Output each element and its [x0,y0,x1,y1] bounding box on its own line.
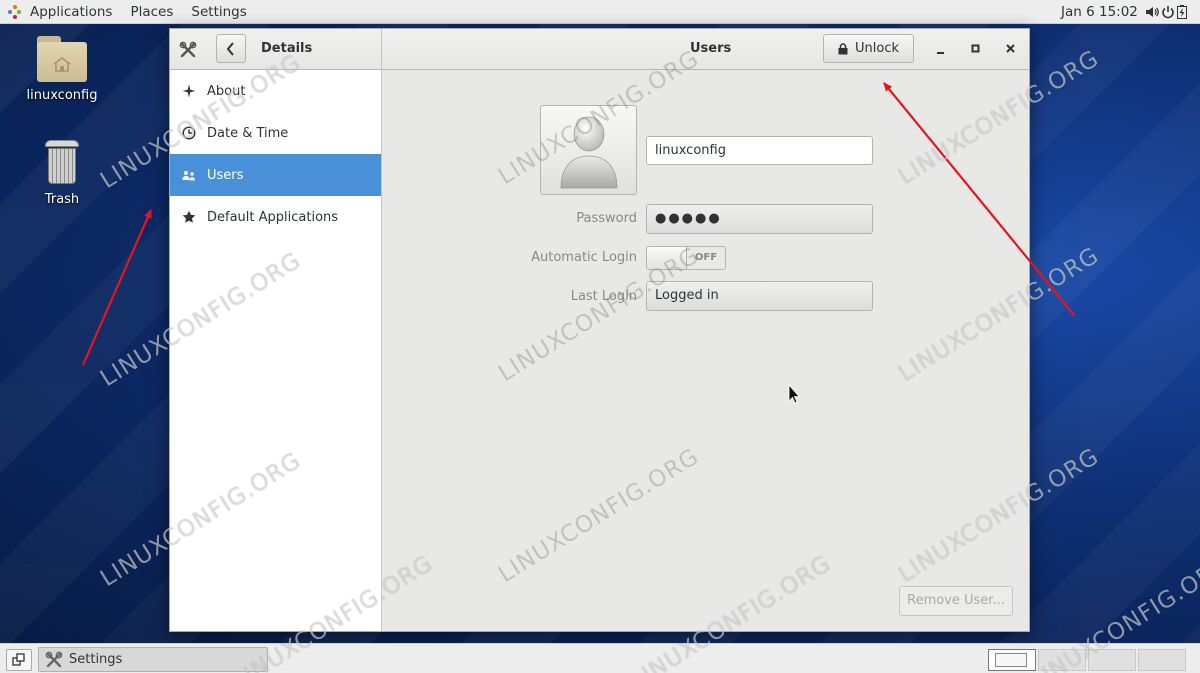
minimize-icon[interactable] [929,37,953,61]
page-title: Users [690,41,732,56]
show-desktop-icon [12,653,25,666]
clock-icon [182,126,196,140]
maximize-icon[interactable] [964,37,988,61]
star-icon [182,210,196,223]
header-bar: Details Users Unlock [170,29,1029,70]
close-icon[interactable] [999,37,1023,61]
avatar-icon [560,116,618,189]
workspace-1[interactable] [988,649,1036,671]
avatar-button[interactable] [540,105,637,195]
automatic-login-label: Automatic Login [531,250,637,265]
workspace-4[interactable] [1138,649,1186,671]
taskbar-item-label: Settings [69,652,123,667]
automatic-login-switch[interactable]: OFF [646,246,726,270]
desktop-icon-label: Trash [44,192,80,207]
places-menu[interactable]: Places [121,0,182,24]
volume-icon[interactable] [1145,5,1159,19]
settings-label: Settings [191,3,247,20]
sidebar-item-label: Date & Time [207,125,289,141]
chevron-left-icon [226,42,234,56]
sidebar-item-label: Default Applications [207,209,339,225]
applications-menu[interactable]: Applications [0,0,121,24]
unlock-button[interactable]: Unlock [823,34,914,63]
sidebar-item-default-applications[interactable]: Default Applications [170,196,381,238]
last-login-button[interactable]: Logged in [646,281,873,311]
settings-menu[interactable]: Settings [182,0,255,24]
show-desktop-button[interactable] [6,649,32,671]
sidebar-item-label: Users [207,167,244,183]
switch-knob [647,247,687,269]
trash-icon [44,140,80,186]
password-label: Password [576,211,637,226]
lock-icon [838,42,848,54]
header-left-pane: Details [170,29,382,70]
workspace-2[interactable] [1038,649,1086,671]
sidebar-item-label: About [207,83,246,99]
last-login-label: Last Login [570,289,637,304]
unlock-label: Unlock [855,41,899,56]
battery-icon[interactable] [1177,5,1187,19]
desktop-icon-label: linuxconfig [26,88,98,103]
desktop-icon-home[interactable]: linuxconfig [12,36,112,103]
home-folder-icon [37,36,87,82]
remove-user-button[interactable]: Remove User... [899,586,1013,616]
user-details-panel: linuxconfig Password ●●●●● Automatic Log… [383,70,1029,631]
back-button[interactable] [216,34,246,63]
applications-label: Applications [30,3,113,20]
settings-window: Details Users Unlock About Date & Time U… [169,28,1030,632]
sidebar-item-about[interactable]: About [170,70,381,112]
sidebar-item-date-time[interactable]: Date & Time [170,112,381,154]
gnome-foot-icon [8,4,22,19]
settings-tools-icon [45,651,63,667]
workspace-3[interactable] [1088,649,1136,671]
sidebar: About Date & Time Users Default Applicat… [170,70,382,631]
top-bar: Applications Places Settings Jan 6 15:02 [0,0,1200,24]
places-label: Places [130,3,174,20]
settings-tools-icon [179,41,197,58]
password-button[interactable]: ●●●●● [646,204,873,234]
clock[interactable]: Jan 6 15:02 [1061,0,1138,24]
username-field[interactable]: linuxconfig [646,136,873,165]
sidebar-item-users[interactable]: Users [170,154,381,196]
desktop-icon-trash[interactable]: Trash [12,140,112,207]
star-outline-icon [182,84,196,98]
power-icon[interactable] [1161,5,1175,19]
taskbar-item-settings[interactable]: Settings [38,647,268,672]
taskbar: Settings [0,643,1200,673]
switch-state-label: OFF [694,252,718,263]
sidebar-title: Details [261,41,313,56]
users-icon [182,171,195,181]
